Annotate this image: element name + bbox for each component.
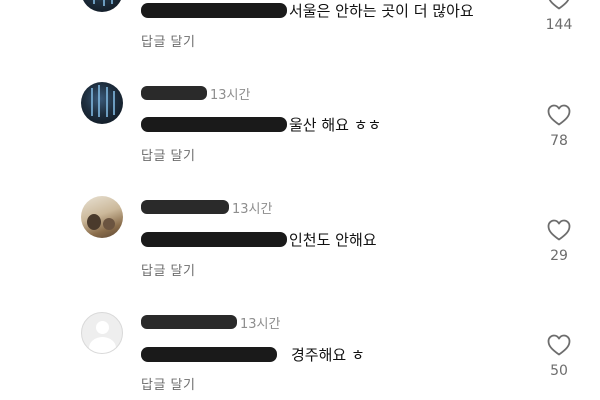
avatar[interactable]	[81, 82, 123, 124]
redacted-username[interactable]	[141, 86, 207, 100]
redacted-mention	[141, 116, 287, 132]
redacted-mention	[141, 2, 287, 18]
comment-header: 13시간	[141, 312, 280, 332]
comment-body: 경주해요 ㅎ	[141, 343, 365, 365]
timestamp: 13시간	[210, 87, 251, 103]
heart-outline-icon	[547, 219, 571, 241]
comment-body: 울산 해요 ㅎㅎ	[141, 113, 381, 135]
avatar[interactable]	[81, 196, 123, 238]
comment-header: 13시간	[141, 83, 250, 103]
like-count: 78	[550, 133, 568, 149]
like-button[interactable]: 144	[540, 0, 578, 33]
default-avatar-icon[interactable]	[81, 312, 123, 354]
reply-button[interactable]: 답글 달기	[141, 374, 195, 393]
redacted-mention	[141, 346, 277, 362]
like-count: 29	[550, 248, 568, 264]
comment-text: 서울은 안하는 곳이 더 많아요	[289, 1, 474, 20]
redacted-username[interactable]	[141, 200, 229, 214]
comment-text: 울산 해요 ㅎㅎ	[289, 115, 382, 134]
reply-button[interactable]: 답글 달기	[141, 145, 195, 164]
heart-outline-icon	[547, 334, 571, 356]
reply-button[interactable]: 답글 달기	[141, 260, 195, 279]
like-count: 50	[550, 363, 568, 379]
like-button[interactable]: 78	[540, 104, 578, 149]
timestamp: 13시간	[240, 316, 281, 332]
heart-outline-icon	[548, 0, 570, 10]
like-button[interactable]: 29	[540, 219, 578, 264]
like-count: 144	[545, 17, 573, 33]
comment-body: 서울은 안하는 곳이 더 많아요	[141, 0, 474, 21]
reply-button[interactable]: 답글 달기	[141, 31, 195, 50]
like-button[interactable]: 50	[540, 334, 578, 379]
avatar[interactable]	[81, 0, 123, 12]
timestamp: 13시간	[232, 201, 273, 217]
redacted-mention	[141, 231, 287, 247]
comment-body: 인천도 안해요	[141, 228, 377, 250]
comment-text: 경주해요 ㅎ	[291, 345, 365, 364]
heart-outline-icon	[547, 104, 571, 126]
comment-header: 13시간	[141, 197, 272, 217]
comment-text: 인천도 안해요	[289, 230, 377, 249]
redacted-username[interactable]	[141, 315, 237, 329]
